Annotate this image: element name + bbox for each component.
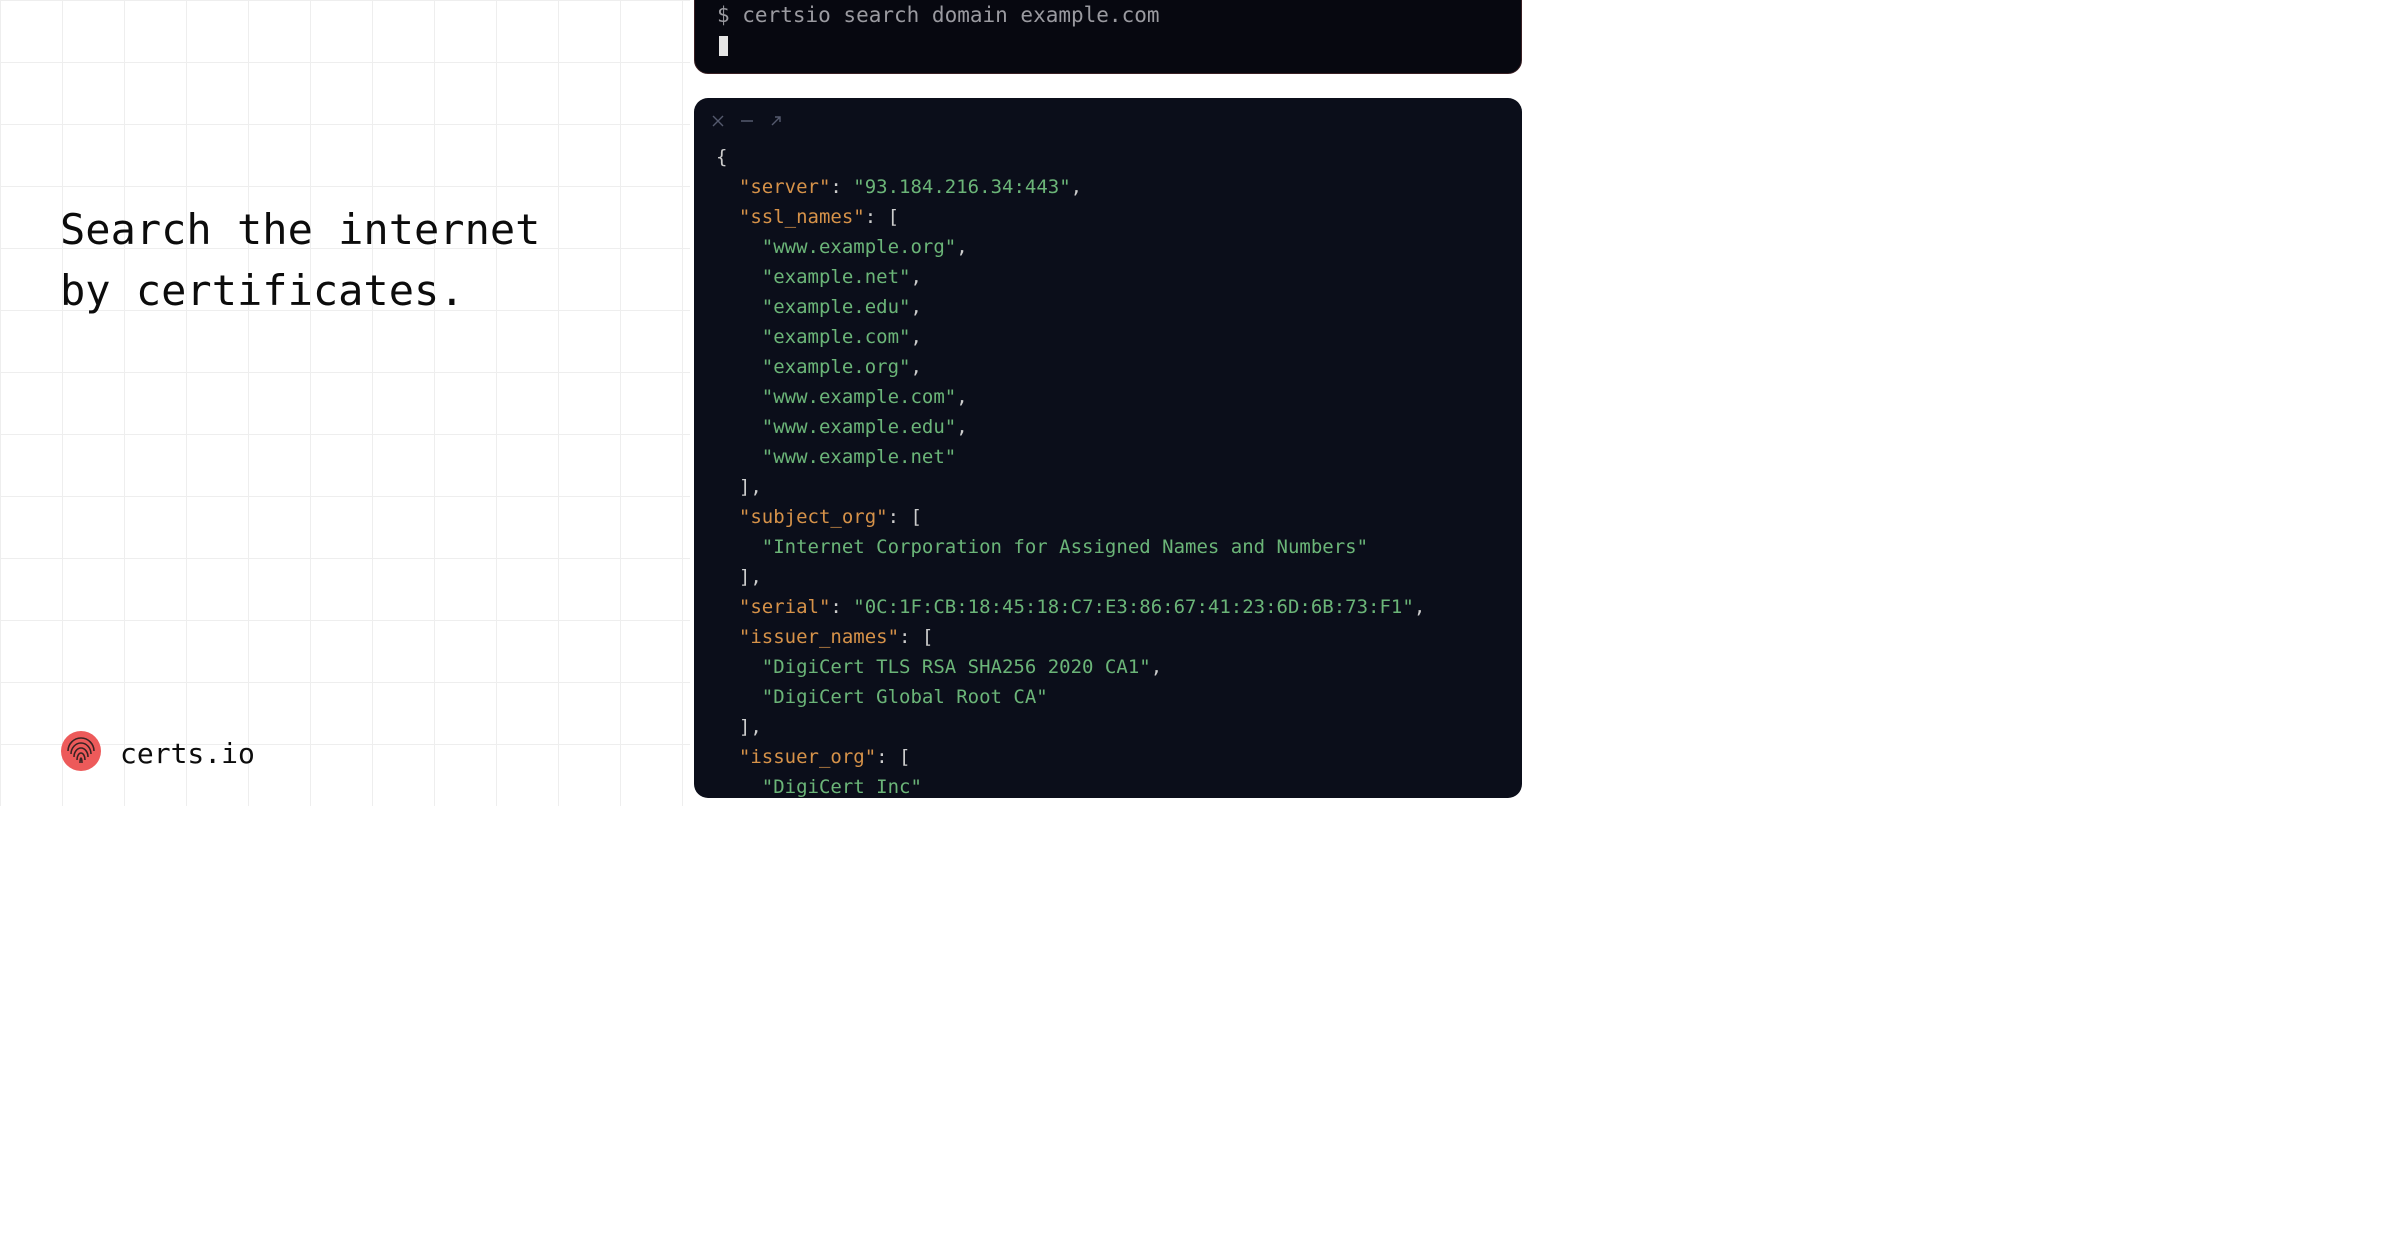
hero-text-block: Search the internet by certificates. (60, 200, 660, 322)
brand-name: certs.io (120, 737, 255, 770)
fingerprint-icon (60, 730, 102, 776)
command-terminal[interactable]: $ certsio search domain example.com (694, 0, 1522, 74)
minimize-icon[interactable] (740, 114, 754, 130)
background-grid (0, 0, 690, 806)
window-controls (694, 110, 1522, 138)
headline-line-1: Search the internet (60, 200, 660, 261)
headline-line-2: by certificates. (60, 261, 660, 322)
headline: Search the internet by certificates. (60, 200, 660, 322)
command-prompt: $ certsio search domain example.com (717, 1, 1499, 30)
expand-icon[interactable] (770, 114, 782, 130)
json-output: { "server": "93.184.216.34:443", "ssl_na… (694, 138, 1522, 798)
cursor-icon (719, 36, 728, 56)
close-icon[interactable] (712, 114, 724, 130)
brand-block: certs.io (60, 730, 255, 776)
output-terminal: { "server": "93.184.216.34:443", "ssl_na… (694, 98, 1522, 798)
